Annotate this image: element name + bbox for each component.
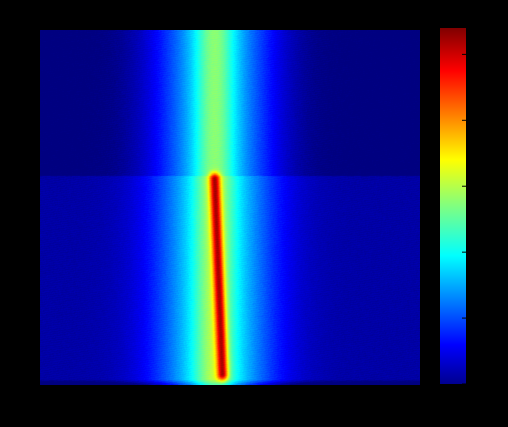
colorbar-tick-label: 25.5: [470, 377, 495, 392]
temperature-map: [40, 30, 420, 385]
colorbar-tick-label: 27.5: [470, 113, 495, 128]
y-tick-label: 8: [29, 94, 36, 109]
y-tick-label: 5: [29, 201, 36, 216]
colorbar: Temperature (°C) 28 27.5 27 26.5 26 25.5: [407, 7, 504, 392]
y-tick-label: 1: [29, 343, 36, 358]
y-tick-label: 9: [29, 59, 36, 74]
y-axis-ticks: 0 1 2 3 4 5 6 7 8 9 10: [22, 23, 37, 393]
colorbar-tick-label: 28: [470, 47, 484, 62]
x-tick-label: 0: [36, 390, 43, 405]
y-tick-label: 4: [29, 236, 37, 251]
y-tick-label: 3: [29, 272, 36, 287]
plot-area: [40, 30, 420, 385]
x-tick-label: 8: [340, 390, 347, 405]
colorbar-tick-label: 26: [470, 311, 484, 326]
y-tick-label: 10: [22, 23, 36, 38]
x-tick-label: 10: [413, 390, 427, 405]
x-axis-label: μm: [218, 409, 238, 424]
heatmap-figure: 0 2 4 6 8 10 0 1 2 3 4 5 6 7 8 9 10 μm μm Temperature (…: [1, 7, 504, 424]
colorbar-ticks: 28 27.5 27 26.5 26 25.5: [462, 47, 495, 392]
colorbar-tick-label: 27: [470, 179, 484, 194]
y-axis-label: μm: [1, 198, 16, 218]
colorbar-gradient: [440, 28, 466, 384]
y-tick-label: 7: [29, 130, 36, 145]
y-tick-label: 2: [29, 307, 36, 322]
x-tick-label: 4: [188, 390, 196, 405]
x-tick-label: 2: [112, 390, 119, 405]
x-tick-label: 6: [264, 390, 271, 405]
y-tick-label: 0: [29, 378, 36, 393]
colorbar-tick-label: 26.5: [470, 245, 495, 260]
colorbar-title: Temperature (°C): [407, 7, 504, 21]
x-axis-ticks: 0 2 4 6 8 10: [36, 390, 427, 405]
y-tick-label: 6: [29, 165, 36, 180]
